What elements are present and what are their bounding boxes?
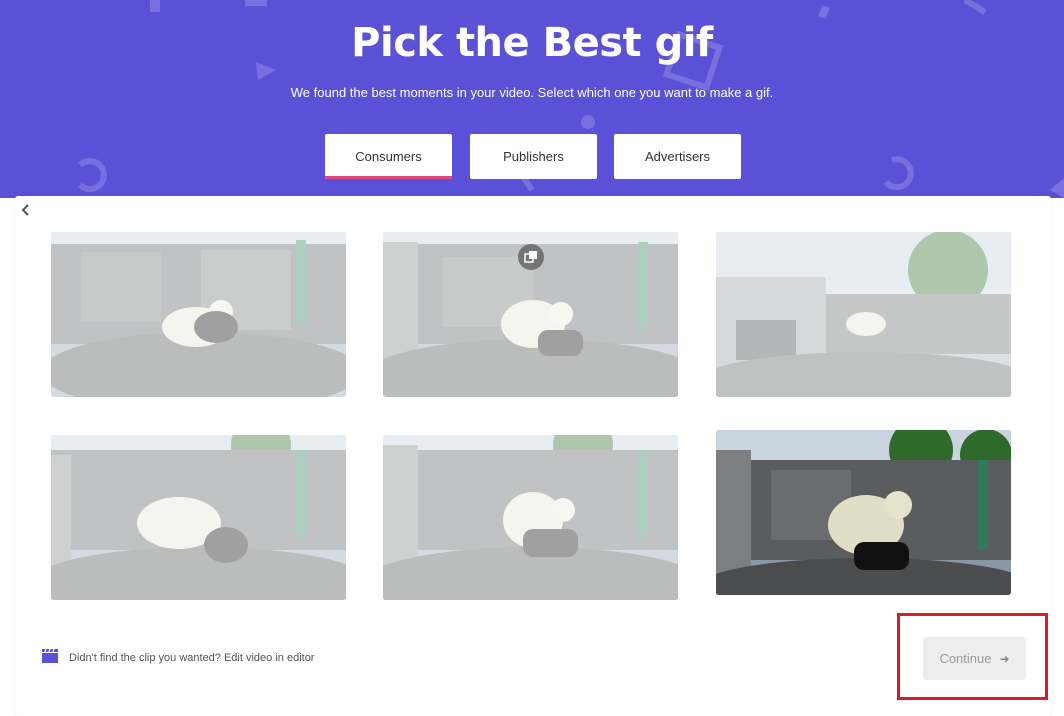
clapperboard-icon [41,648,59,668]
edit-in-editor-link[interactable]: Didn't find the clip you wanted? Edit vi… [41,648,315,668]
tab-publishers[interactable]: Publishers [470,134,597,179]
clip-thumbnail-4[interactable] [51,435,346,600]
continue-button[interactable]: Continue ➜ [923,637,1026,680]
back-chevron-icon[interactable] [20,203,32,217]
audience-tabs: Consumers Publishers Advertisers [325,134,745,180]
tab-advertisers[interactable]: Advertisers [614,134,741,179]
page-subtitle: We found the best moments in your video.… [290,85,774,100]
arrow-right-icon: ➜ [999,651,1010,666]
continue-label: Continue [939,651,992,666]
tab-consumers[interactable]: Consumers [325,134,452,179]
edit-in-editor-text: Didn't find the clip you wanted? Edit vi… [69,652,315,664]
clip-thumbnail-5[interactable] [383,435,678,600]
page-title: Pick the Best gif [351,20,713,66]
clip-thumbnail-6[interactable] [716,430,1011,595]
header-banner: Pick the Best gif We found the best mome… [0,0,1064,198]
clip-thumbnail-2[interactable] [383,232,678,397]
copy-icon[interactable] [518,244,544,270]
clip-thumbnail-3[interactable] [716,232,1011,397]
clip-thumbnail-1[interactable] [51,232,346,397]
